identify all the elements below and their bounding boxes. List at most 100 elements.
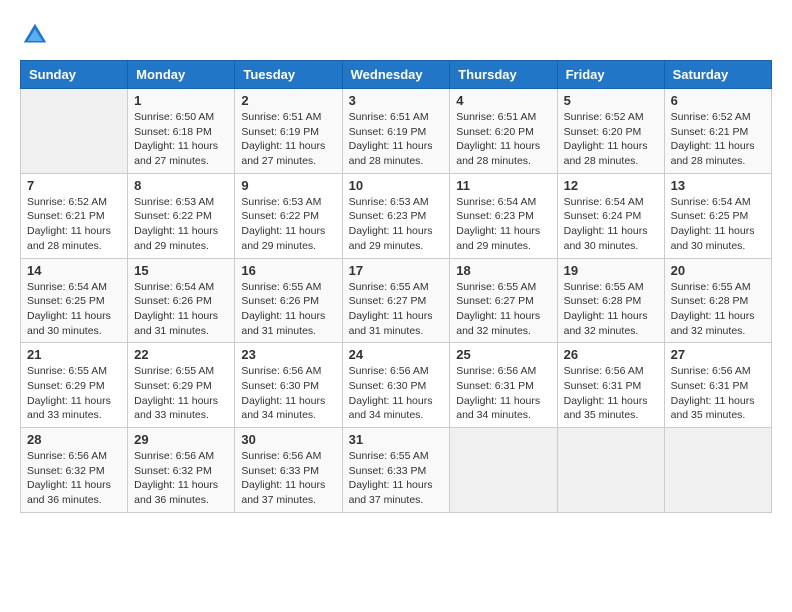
day-detail: Sunrise: 6:54 AMSunset: 6:25 PMDaylight:… — [27, 280, 121, 339]
weekday-header-tuesday: Tuesday — [235, 61, 342, 89]
day-number: 15 — [134, 263, 228, 278]
day-number: 7 — [27, 178, 121, 193]
day-detail: Sunrise: 6:51 AMSunset: 6:19 PMDaylight:… — [241, 110, 335, 169]
day-detail: Sunrise: 6:54 AMSunset: 6:24 PMDaylight:… — [564, 195, 658, 254]
calendar-cell: 22 Sunrise: 6:55 AMSunset: 6:29 PMDayligh… — [128, 343, 235, 428]
day-number: 1 — [134, 93, 228, 108]
calendar-cell: 15Sunrise: 6:54 AMSunset: 6:26 PMDayligh… — [128, 258, 235, 343]
day-detail: Sunrise: 6:55 AMSunset: 6:27 PMDaylight:… — [349, 280, 444, 339]
calendar-cell: 11 Sunrise: 6:54 AMSunset: 6:23 PMDayligh… — [450, 173, 557, 258]
calendar-row-2: 14 Sunrise: 6:54 AMSunset: 6:25 PMDayligh… — [21, 258, 772, 343]
calendar-cell: 3 Sunrise: 6:51 AMSunset: 6:19 PMDaylight… — [342, 89, 450, 174]
day-detail: Sunrise: 6:53 AMSunset: 6:23 PMDaylight:… — [349, 195, 444, 254]
day-detail: Sunrise: 6:56 AMSunset: 6:31 PMDaylight:… — [456, 364, 550, 423]
day-number: 10 — [349, 178, 444, 193]
day-number: 13 — [671, 178, 765, 193]
calendar-cell: 25 Sunrise: 6:56 AMSunset: 6:31 PMDayligh… — [450, 343, 557, 428]
calendar-cell: 24 Sunrise: 6:56 AMSunset: 6:30 PMDayligh… — [342, 343, 450, 428]
calendar-cell: 5 Sunrise: 6:52 AMSunset: 6:20 PMDaylight… — [557, 89, 664, 174]
day-number: 12 — [564, 178, 658, 193]
day-detail: Sunrise: 6:52 AMSunset: 6:20 PMDaylight:… — [564, 110, 658, 169]
weekday-header-friday: Friday — [557, 61, 664, 89]
day-number: 6 — [671, 93, 765, 108]
day-number: 19 — [564, 263, 658, 278]
day-detail: Sunrise: 6:56 AMSunset: 6:32 PMDaylight:… — [27, 449, 121, 508]
weekday-header-wednesday: Wednesday — [342, 61, 450, 89]
day-detail: Sunrise: 6:52 AMSunset: 6:21 PMDaylight:… — [27, 195, 121, 254]
day-number: 24 — [349, 347, 444, 362]
calendar-cell — [450, 428, 557, 513]
weekday-header-thursday: Thursday — [450, 61, 557, 89]
calendar-row-4: 28 Sunrise: 6:56 AMSunset: 6:32 PMDayligh… — [21, 428, 772, 513]
day-number: 8 — [134, 178, 228, 193]
day-number: 31 — [349, 432, 444, 447]
weekday-header-row: SundayMondayTuesdayWednesdayThursdayFrid… — [21, 61, 772, 89]
calendar-cell — [21, 89, 128, 174]
calendar-cell: 7 Sunrise: 6:52 AMSunset: 6:21 PMDaylight… — [21, 173, 128, 258]
day-number: 3 — [349, 93, 444, 108]
day-detail: Sunrise: 6:56 AMSunset: 6:30 PMDaylight:… — [349, 364, 444, 423]
weekday-header-sunday: Sunday — [21, 61, 128, 89]
calendar-cell: 28 Sunrise: 6:56 AMSunset: 6:32 PMDayligh… — [21, 428, 128, 513]
calendar-cell: 2Sunrise: 6:51 AMSunset: 6:19 PMDaylight… — [235, 89, 342, 174]
day-detail: Sunrise: 6:51 AMSunset: 6:19 PMDaylight:… — [349, 110, 444, 169]
calendar-cell: 13 Sunrise: 6:54 AMSunset: 6:25 PMDayligh… — [664, 173, 771, 258]
calendar-cell: 31 Sunrise: 6:55 AMSunset: 6:33 PMDayligh… — [342, 428, 450, 513]
day-detail: Sunrise: 6:55 AMSunset: 6:27 PMDaylight:… — [456, 280, 550, 339]
day-detail: Sunrise: 6:55 AMSunset: 6:29 PMDaylight:… — [134, 364, 228, 423]
day-detail: Sunrise: 6:55 AMSunset: 6:33 PMDaylight:… — [349, 449, 444, 508]
day-number: 5 — [564, 93, 658, 108]
calendar-row-0: 1Sunrise: 6:50 AMSunset: 6:18 PMDaylight… — [21, 89, 772, 174]
calendar-body: 1Sunrise: 6:50 AMSunset: 6:18 PMDaylight… — [21, 89, 772, 513]
day-detail: Sunrise: 6:54 AMSunset: 6:23 PMDaylight:… — [456, 195, 550, 254]
day-number: 25 — [456, 347, 550, 362]
day-detail: Sunrise: 6:53 AMSunset: 6:22 PMDaylight:… — [241, 195, 335, 254]
day-number: 26 — [564, 347, 658, 362]
day-number: 30 — [241, 432, 335, 447]
calendar-cell — [557, 428, 664, 513]
day-detail: Sunrise: 6:56 AMSunset: 6:32 PMDaylight:… — [134, 449, 228, 508]
weekday-header-saturday: Saturday — [664, 61, 771, 89]
calendar-cell: 29Sunrise: 6:56 AMSunset: 6:32 PMDayligh… — [128, 428, 235, 513]
day-number: 16 — [241, 263, 335, 278]
day-number: 23 — [241, 347, 335, 362]
calendar-cell: 10 Sunrise: 6:53 AMSunset: 6:23 PMDayligh… — [342, 173, 450, 258]
day-number: 9 — [241, 178, 335, 193]
day-number: 28 — [27, 432, 121, 447]
calendar-cell: 14 Sunrise: 6:54 AMSunset: 6:25 PMDayligh… — [21, 258, 128, 343]
calendar-cell: 23 Sunrise: 6:56 AMSunset: 6:30 PMDayligh… — [235, 343, 342, 428]
day-detail: Sunrise: 6:51 AMSunset: 6:20 PMDaylight:… — [456, 110, 550, 169]
day-number: 4 — [456, 93, 550, 108]
calendar-cell: 17Sunrise: 6:55 AMSunset: 6:27 PMDayligh… — [342, 258, 450, 343]
calendar-cell: 27 Sunrise: 6:56 AMSunset: 6:31 PMDayligh… — [664, 343, 771, 428]
calendar-cell: 19Sunrise: 6:55 AMSunset: 6:28 PMDayligh… — [557, 258, 664, 343]
day-number: 27 — [671, 347, 765, 362]
calendar-cell: 26Sunrise: 6:56 AMSunset: 6:31 PMDayligh… — [557, 343, 664, 428]
calendar-header: SundayMondayTuesdayWednesdayThursdayFrid… — [21, 61, 772, 89]
calendar-cell: 1Sunrise: 6:50 AMSunset: 6:18 PMDaylight… — [128, 89, 235, 174]
calendar-cell: 6 Sunrise: 6:52 AMSunset: 6:21 PMDaylight… — [664, 89, 771, 174]
day-detail: Sunrise: 6:54 AMSunset: 6:25 PMDaylight:… — [671, 195, 765, 254]
day-detail: Sunrise: 6:55 AMSunset: 6:28 PMDaylight:… — [671, 280, 765, 339]
day-detail: Sunrise: 6:56 AMSunset: 6:30 PMDaylight:… — [241, 364, 335, 423]
calendar-cell: 30 Sunrise: 6:56 AMSunset: 6:33 PMDayligh… — [235, 428, 342, 513]
calendar-row-1: 7 Sunrise: 6:52 AMSunset: 6:21 PMDaylight… — [21, 173, 772, 258]
day-number: 20 — [671, 263, 765, 278]
calendar-cell: 16 Sunrise: 6:55 AMSunset: 6:26 PMDayligh… — [235, 258, 342, 343]
calendar-cell: 9 Sunrise: 6:53 AMSunset: 6:22 PMDaylight… — [235, 173, 342, 258]
day-number: 14 — [27, 263, 121, 278]
day-detail: Sunrise: 6:56 AMSunset: 6:33 PMDaylight:… — [241, 449, 335, 508]
calendar-cell: 18 Sunrise: 6:55 AMSunset: 6:27 PMDayligh… — [450, 258, 557, 343]
day-number: 11 — [456, 178, 550, 193]
day-number: 18 — [456, 263, 550, 278]
day-detail: Sunrise: 6:56 AMSunset: 6:31 PMDaylight:… — [671, 364, 765, 423]
calendar-cell — [664, 428, 771, 513]
weekday-header-monday: Monday — [128, 61, 235, 89]
calendar-cell: 20 Sunrise: 6:55 AMSunset: 6:28 PMDayligh… — [664, 258, 771, 343]
calendar-cell: 12 Sunrise: 6:54 AMSunset: 6:24 PMDayligh… — [557, 173, 664, 258]
calendar-cell: 4 Sunrise: 6:51 AMSunset: 6:20 PMDaylight… — [450, 89, 557, 174]
day-detail: Sunrise: 6:55 AMSunset: 6:26 PMDaylight:… — [241, 280, 335, 339]
day-detail: Sunrise: 6:52 AMSunset: 6:21 PMDaylight:… — [671, 110, 765, 169]
logo-icon — [20, 20, 50, 50]
day-number: 22 — [134, 347, 228, 362]
